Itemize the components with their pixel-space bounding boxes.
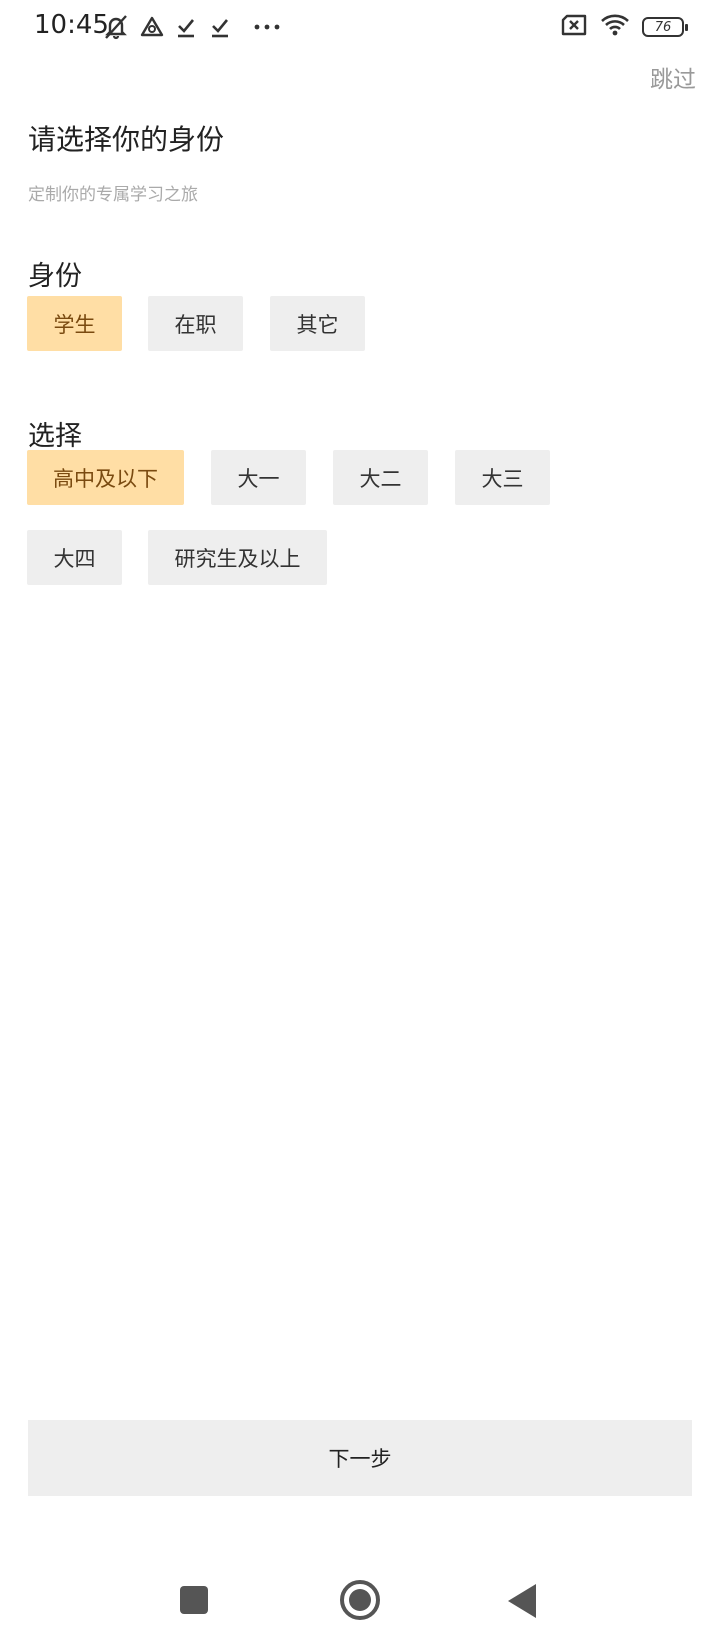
next-button[interactable]: 下一步 [28,1420,692,1496]
download-done-icon [208,15,232,39]
app-notification-icon [140,15,164,39]
grade-option-graduate[interactable]: 研究生及以上 [148,530,327,585]
page-subtitle: 定制你的专属学习之旅 [28,185,198,205]
status-left-icons [102,12,282,42]
identity-option-other[interactable]: 其它 [270,296,365,351]
recents-icon[interactable] [180,1586,208,1614]
grade-option-sophomore[interactable]: 大二 [333,450,428,505]
mute-icon [102,13,130,41]
battery-level: 76 [654,19,672,35]
wifi-icon [600,13,630,41]
page-title: 请选择你的身份 [28,123,225,156]
skip-button[interactable]: 跳过 [650,60,696,94]
status-right-icons: 76 [560,12,688,42]
identity-option-student[interactable]: 学生 [27,296,122,351]
identity-section-label: 身份 [28,261,82,292]
battery-icon: 76 [642,17,688,37]
status-bar: 10:45 76 [0,0,720,54]
identity-option-employed[interactable]: 在职 [148,296,243,351]
status-time: 10:45 [34,10,109,40]
system-nav-bar [0,1560,720,1650]
grade-option-junior[interactable]: 大三 [455,450,550,505]
grade-option-freshman[interactable]: 大一 [211,450,306,505]
more-icon [252,15,282,39]
grade-option-senior[interactable]: 大四 [27,530,122,585]
back-icon[interactable] [508,1584,536,1618]
grade-option-high-school[interactable]: 高中及以下 [27,450,184,505]
download-done-icon [174,15,198,39]
home-icon[interactable] [340,1580,380,1620]
grade-section-label: 选择 [28,421,82,452]
no-sim-icon [560,13,588,41]
